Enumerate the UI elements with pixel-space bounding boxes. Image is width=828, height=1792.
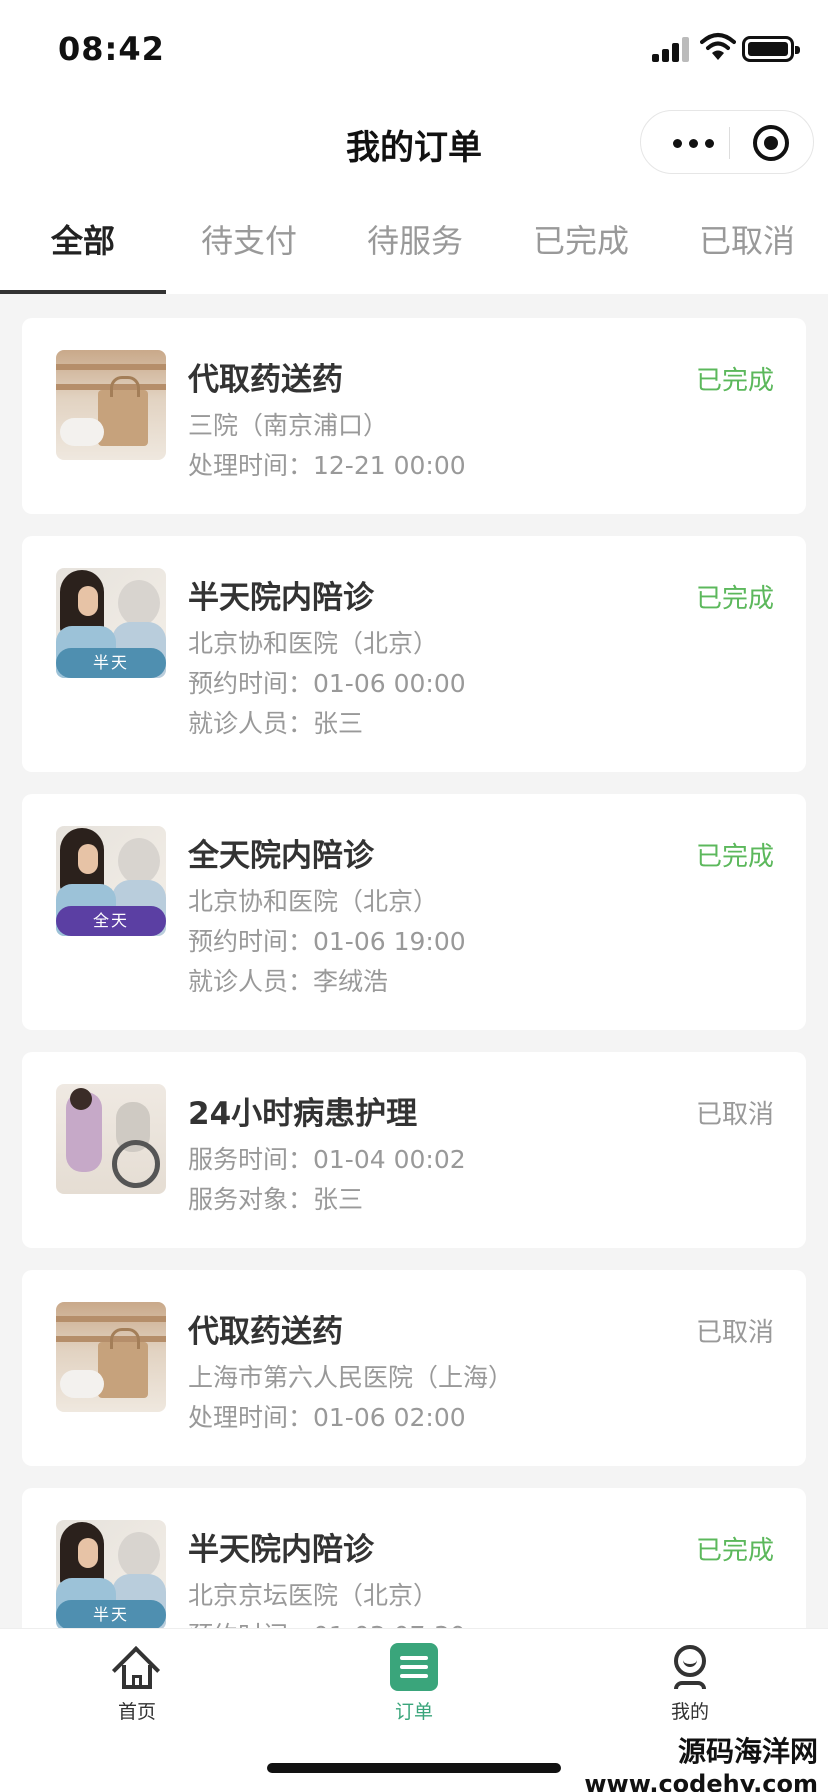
- order-time: 处理时间：01-06 02:00: [188, 1403, 466, 1432]
- tabbar-home[interactable]: 首页: [77, 1643, 197, 1724]
- order-list-icon: [390, 1643, 438, 1691]
- order-status: 已完成: [695, 584, 774, 614]
- user-icon: [666, 1643, 714, 1691]
- nurse-elder-image: 半天: [56, 568, 166, 678]
- battery-icon: [742, 36, 800, 62]
- watermark-url: www.codehy.com: [584, 1770, 818, 1792]
- order-hospital: 北京京坛医院（北京）: [188, 1581, 439, 1610]
- tab-cancelled[interactable]: 已取消: [664, 216, 828, 262]
- wifi-icon: [700, 33, 736, 60]
- watermark-name: 源码海洋网: [677, 1735, 818, 1768]
- pharmacy-bag-image: [56, 350, 166, 460]
- half-day-badge: 半天: [56, 1600, 166, 1630]
- order-time: 服务时间：01-04 00:02: [188, 1145, 466, 1174]
- half-day-badge: 半天: [56, 648, 166, 678]
- tab-completed[interactable]: 已完成: [498, 216, 664, 262]
- home-indicator[interactable]: [267, 1763, 561, 1773]
- nurse-elder-image: 全天: [56, 826, 166, 936]
- order-patient: 就诊人员：张三: [188, 709, 364, 738]
- tabbar-me[interactable]: 我的: [630, 1643, 750, 1724]
- order-time: 预约时间：01-06 19:00: [188, 927, 466, 956]
- tabbar-orders[interactable]: 订单: [354, 1643, 474, 1724]
- tab-pending-service[interactable]: 待服务: [332, 216, 498, 262]
- close-mini-program-icon[interactable]: [753, 125, 789, 161]
- cellular-signal-icon: [652, 36, 692, 62]
- order-card[interactable]: 半天 半天院内陪诊 已完成 北京协和医院（北京） 预约时间：01-06 00:0…: [22, 536, 806, 772]
- full-day-badge: 全天: [56, 906, 166, 936]
- capsule-divider: [729, 127, 730, 159]
- order-status: 已完成: [695, 842, 774, 872]
- nurse-elder-image: 半天: [56, 1520, 166, 1630]
- order-hospital: 三院（南京浦口）: [188, 411, 389, 440]
- order-title: 代取药送药: [188, 362, 343, 398]
- mini-program-capsule: [640, 110, 814, 174]
- order-card[interactable]: 24小时病患护理 已取消 服务时间：01-04 00:02 服务对象：张三: [22, 1052, 806, 1248]
- home-icon: [111, 1643, 161, 1695]
- order-card[interactable]: 全天 全天院内陪诊 已完成 北京协和医院（北京） 预约时间：01-06 19:0…: [22, 794, 806, 1030]
- order-status-tabs: 全部 待支付 待服务 已完成 已取消: [0, 184, 828, 294]
- tab-all[interactable]: 全部: [0, 216, 166, 262]
- status-time: 08:42: [58, 30, 165, 68]
- tab-pending-payment[interactable]: 待支付: [166, 216, 332, 262]
- order-title: 半天院内陪诊: [188, 1532, 374, 1568]
- wheelchair-care-image: [56, 1084, 166, 1194]
- order-card[interactable]: 代取药送药 已完成 三院（南京浦口） 处理时间：12-21 00:00: [22, 318, 806, 514]
- tabbar-me-label: 我的: [670, 1701, 709, 1723]
- pharmacy-bag-image: [56, 1302, 166, 1412]
- order-status: 已完成: [695, 366, 774, 396]
- order-status: 已完成: [695, 1536, 774, 1566]
- order-time: 处理时间：12-21 00:00: [188, 451, 466, 480]
- order-card[interactable]: 代取药送药 已取消 上海市第六人民医院（上海） 处理时间：01-06 02:00: [22, 1270, 806, 1466]
- more-options-icon[interactable]: [667, 125, 727, 161]
- order-title: 半天院内陪诊: [188, 580, 374, 616]
- order-hospital: 北京协和医院（北京）: [188, 887, 439, 916]
- status-bar: 08:42: [0, 0, 828, 96]
- app-screen: 08:42 我的订单 全部 待支付 待服务 已完成 已取消 代取药送药 已完成 …: [0, 0, 828, 1792]
- order-status: 已取消: [695, 1318, 774, 1348]
- order-title: 代取药送药: [188, 1314, 343, 1350]
- active-tab-indicator: [0, 290, 166, 294]
- order-title: 全天院内陪诊: [188, 838, 374, 874]
- order-patient: 服务对象：张三: [188, 1185, 364, 1214]
- order-hospital: 北京协和医院（北京）: [188, 629, 439, 658]
- order-hospital: 上海市第六人民医院（上海）: [188, 1363, 514, 1392]
- tabbar-home-label: 首页: [117, 1701, 156, 1723]
- order-status: 已取消: [695, 1100, 774, 1130]
- watermark: 源码海洋网 www.codehy.com: [584, 1730, 818, 1792]
- order-time: 预约时间：01-06 00:00: [188, 669, 466, 698]
- order-patient: 就诊人员：李绒浩: [188, 967, 389, 996]
- tabbar-orders-label: 订单: [394, 1701, 433, 1723]
- nav-bar: 我的订单: [0, 96, 828, 184]
- order-title: 24小时病患护理: [188, 1096, 418, 1132]
